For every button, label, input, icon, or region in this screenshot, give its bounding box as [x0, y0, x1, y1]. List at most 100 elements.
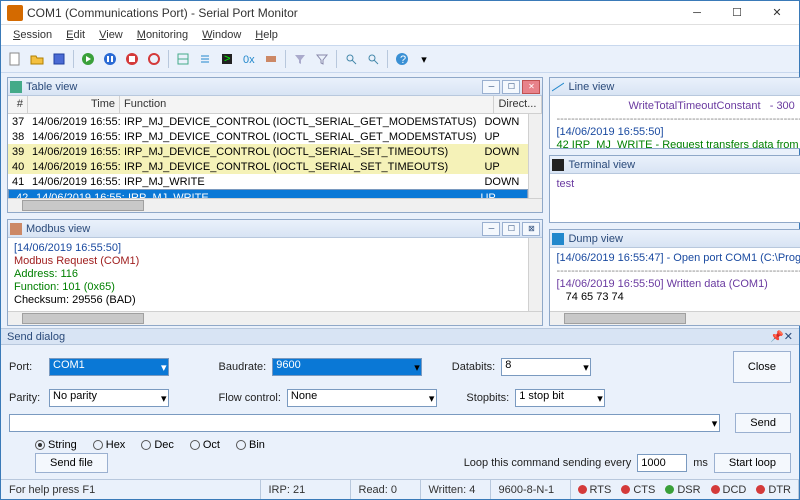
- send-input[interactable]: [9, 414, 720, 432]
- table-row[interactable]: 3914/06/2019 16:55:47IRP_MJ_DEVICE_CONTR…: [8, 144, 528, 159]
- minimize-button[interactable]: ─: [677, 1, 717, 25]
- menu-help[interactable]: Help: [249, 27, 284, 43]
- terminal-view-pane: Terminal view ─ ☐ ⊠ test: [549, 155, 800, 223]
- databits-label: Databits:: [452, 361, 495, 373]
- pane-close-button[interactable]: ⊠: [522, 222, 540, 236]
- radio-string[interactable]: String: [35, 439, 77, 451]
- new-icon[interactable]: [5, 49, 25, 69]
- pane-title: Table view: [26, 81, 480, 93]
- list-icon[interactable]: [195, 49, 215, 69]
- send-button[interactable]: Send: [735, 413, 791, 433]
- stop-icon[interactable]: [122, 49, 142, 69]
- terminal-icon: [552, 159, 564, 171]
- radio-dec[interactable]: Dec: [141, 439, 174, 451]
- dump-content[interactable]: [14/06/2019 16:55:47] - Open port COM1 (…: [550, 248, 800, 311]
- hex-icon[interactable]: 0x: [239, 49, 259, 69]
- table-row[interactable]: 4114/06/2019 16:55:50IRP_MJ_WRITEDOWN: [8, 174, 528, 189]
- vscrollbar[interactable]: [528, 114, 542, 198]
- signal-rts: RTS: [573, 484, 617, 496]
- parity-select[interactable]: No parity: [49, 389, 169, 407]
- record-icon[interactable]: [144, 49, 164, 69]
- signal-dcd: DCD: [706, 484, 752, 496]
- table-row[interactable]: 4014/06/2019 16:55:47IRP_MJ_DEVICE_CONTR…: [8, 159, 528, 174]
- radio-oct[interactable]: Oct: [190, 439, 220, 451]
- baud-select[interactable]: 9600: [272, 358, 422, 376]
- modbus-content[interactable]: [14/06/2019 16:55:50] Modbus Request (CO…: [8, 238, 528, 311]
- status-signals: RTSCTSDSRDCDDTR: [571, 480, 800, 499]
- save-icon[interactable]: [49, 49, 69, 69]
- menu-monitoring[interactable]: Monitoring: [131, 27, 194, 43]
- status-mode: 9600-8-N-1: [491, 480, 571, 499]
- modbus-view-pane: Modbus view ─ ☐ ⊠ [14/06/2019 16:55:50] …: [7, 219, 543, 326]
- status-help: For help press F1: [1, 480, 261, 499]
- table-row[interactable]: 4214/06/2019 16:55:50IRP_MJ_WRITEUP: [8, 189, 528, 198]
- table-row[interactable]: 3814/06/2019 16:55:47IRP_MJ_DEVICE_CONTR…: [8, 129, 528, 144]
- toolbar: > 0x ? ▾: [1, 45, 799, 73]
- hscrollbar[interactable]: [8, 311, 542, 325]
- hscrollbar[interactable]: [550, 311, 800, 325]
- filter-icon[interactable]: [290, 49, 310, 69]
- table-row[interactable]: 3714/06/2019 16:55:47IRP_MJ_DEVICE_CONTR…: [8, 114, 528, 129]
- close-button[interactable]: ✕: [757, 1, 797, 25]
- svg-text:0x: 0x: [243, 54, 255, 66]
- loop-label: Loop this command sending every: [464, 457, 632, 469]
- send-dialog: Send dialog📌 ✕ Port: COM1▾ Baudrate: 960…: [1, 328, 799, 479]
- status-written: Written: 4: [421, 480, 491, 499]
- signal-dtr: DTR: [751, 484, 796, 496]
- parity-label: Parity:: [9, 392, 43, 404]
- find-icon[interactable]: [341, 49, 361, 69]
- pause-icon[interactable]: [100, 49, 120, 69]
- pane-title: Dump view: [568, 233, 800, 245]
- port-select[interactable]: COM1: [49, 358, 169, 376]
- dropdown-icon[interactable]: ▾: [414, 49, 434, 69]
- loop-interval-input[interactable]: [637, 454, 687, 472]
- start-loop-button[interactable]: Start loop: [714, 453, 791, 473]
- status-read: Read: 0: [351, 480, 421, 499]
- help-icon[interactable]: ?: [392, 49, 412, 69]
- play-icon[interactable]: [78, 49, 98, 69]
- open-icon[interactable]: [27, 49, 47, 69]
- pane-min-button[interactable]: ─: [482, 222, 500, 236]
- term-icon[interactable]: >: [217, 49, 237, 69]
- grid-icon[interactable]: [173, 49, 193, 69]
- port-label: Port:: [9, 361, 43, 373]
- line-content[interactable]: WriteTotalTimeoutConstant - 300 --------…: [550, 96, 800, 148]
- menu-edit[interactable]: Edit: [60, 27, 91, 43]
- menubar: Session Edit View Monitoring Window Help: [1, 25, 799, 45]
- hscrollbar[interactable]: [8, 198, 542, 212]
- send-close-icon[interactable]: ✕: [784, 330, 793, 343]
- terminal-content[interactable]: test: [556, 178, 574, 190]
- pane-max-button[interactable]: ☐: [502, 222, 520, 236]
- app-icon: [7, 5, 23, 21]
- maximize-button[interactable]: ☐: [717, 1, 757, 25]
- menu-window[interactable]: Window: [196, 27, 247, 43]
- flow-select[interactable]: None: [287, 389, 437, 407]
- pane-title: Modbus view: [26, 223, 480, 235]
- radio-bin[interactable]: Bin: [236, 439, 265, 451]
- pane-close-button[interactable]: ✕: [522, 80, 540, 94]
- radio-hex[interactable]: Hex: [93, 439, 126, 451]
- menu-view[interactable]: View: [93, 27, 129, 43]
- status-irp: IRP: 21: [261, 480, 351, 499]
- filter2-icon[interactable]: [312, 49, 332, 69]
- line-icon: [552, 81, 564, 93]
- pane-min-button[interactable]: ─: [482, 80, 500, 94]
- mb-icon[interactable]: [261, 49, 281, 69]
- databits-select[interactable]: 8: [501, 358, 591, 376]
- table-icon: [10, 81, 22, 93]
- table-body[interactable]: 3714/06/2019 16:55:47IRP_MJ_DEVICE_CONTR…: [8, 114, 528, 198]
- find2-icon[interactable]: [363, 49, 383, 69]
- pane-max-button[interactable]: ☐: [502, 80, 520, 94]
- dump-view-pane: Dump view ─ ☐ ⊠ [14/06/2019 16:55:47] - …: [549, 229, 800, 326]
- send-file-button[interactable]: Send file: [35, 453, 108, 473]
- send-title: Send dialog: [7, 331, 65, 343]
- svg-text:>: >: [224, 53, 230, 65]
- baud-label: Baudrate:: [219, 361, 267, 373]
- line-view-pane: Line view ─ ☐ ⊠ WriteTotalTimeoutConstan…: [549, 77, 800, 149]
- menu-session[interactable]: Session: [7, 27, 58, 43]
- vscrollbar[interactable]: [528, 238, 542, 311]
- close-button[interactable]: Close: [733, 351, 791, 383]
- stop-select[interactable]: 1 stop bit: [515, 389, 605, 407]
- statusbar: For help press F1 IRP: 21 Read: 0 Writte…: [1, 479, 799, 499]
- pin-icon[interactable]: 📌: [770, 330, 784, 343]
